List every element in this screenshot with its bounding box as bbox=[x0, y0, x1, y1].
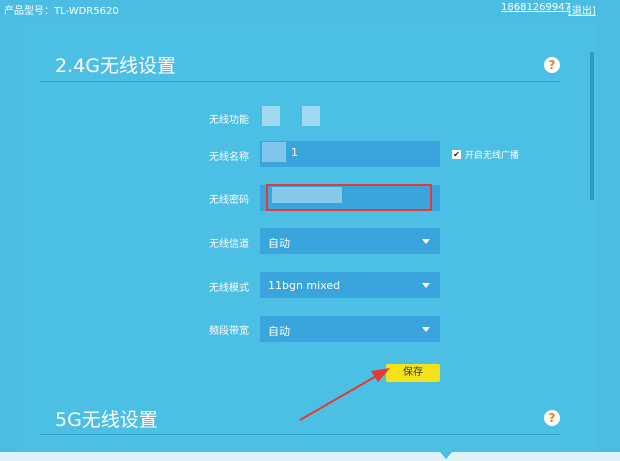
pointer-notch bbox=[440, 452, 452, 459]
annotation-arrow-icon bbox=[299, 368, 390, 421]
help-icon[interactable]: ? bbox=[544, 410, 560, 426]
section-divider bbox=[40, 434, 560, 435]
scrollbar[interactable] bbox=[590, 52, 594, 200]
bottom-strip bbox=[0, 452, 620, 461]
section-title-5g: 5G无线设置 bbox=[55, 409, 158, 431]
